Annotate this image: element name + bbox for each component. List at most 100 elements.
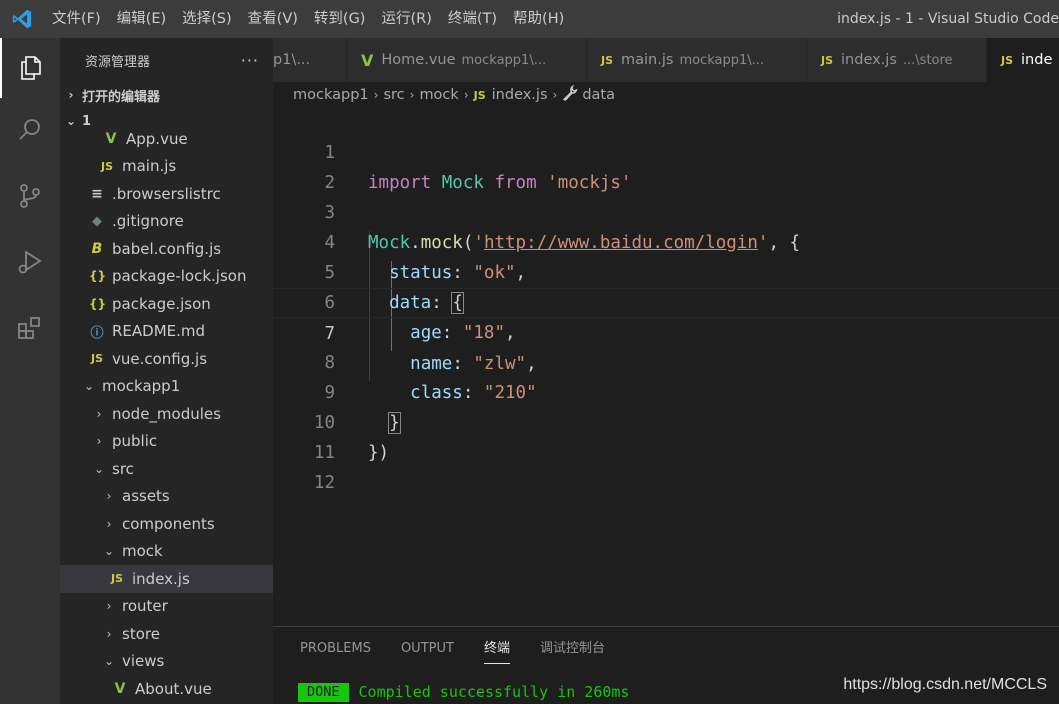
- tree-item-main-js[interactable]: JS main.js: [60, 153, 273, 181]
- breadcrumb-item[interactable]: mock: [419, 87, 458, 103]
- tree-item-gitignore[interactable]: ◆ .gitignore: [60, 208, 273, 236]
- chevron-right-icon: ›: [373, 88, 379, 102]
- tab-output[interactable]: OUTPUT: [401, 627, 454, 671]
- tree-item-label: assets: [122, 487, 170, 506]
- tab-label: Home.vue: [381, 52, 456, 68]
- explorer-icon[interactable]: [0, 38, 60, 98]
- tab-label: inde: [1021, 52, 1053, 68]
- tree-item-browserslistrc[interactable]: ≡ .browserslistrc: [60, 180, 273, 208]
- chevron-right-icon: ›: [68, 88, 74, 102]
- tab-terminal[interactable]: 终端: [483, 634, 510, 664]
- js-file-icon: JS: [821, 53, 834, 67]
- chevron-down-icon: ⌄: [103, 654, 115, 669]
- code-line-current: 7 name: "zlw",: [273, 288, 1059, 374]
- breadcrumb-item[interactable]: index.js: [492, 87, 548, 103]
- tree-folder-mockapp1[interactable]: ⌄ mockapp1: [60, 373, 273, 401]
- tree-item-label: router: [122, 597, 168, 616]
- chevron-right-icon: ›: [463, 88, 469, 102]
- title-bar: 文件(F) 编辑(E) 选择(S) 查看(V) 转到(G) 运行(R) 终端(T…: [0, 0, 1059, 38]
- vue-file-icon: V: [361, 50, 374, 70]
- tree-item-label: package-lock.json: [112, 267, 247, 286]
- tab-label: p1\...: [273, 52, 311, 68]
- menu-terminal[interactable]: 终端(T): [440, 0, 505, 38]
- tree-folder-mock[interactable]: ⌄ mock: [60, 538, 273, 566]
- js-file-icon: JS: [1001, 53, 1014, 67]
- tree-item-label: index.js: [132, 569, 190, 588]
- terminal-message: Compiled successfully in 260ms: [358, 683, 630, 701]
- js-file-icon: JS: [110, 572, 123, 586]
- extensions-icon[interactable]: [0, 298, 60, 358]
- chevron-right-icon: ›: [552, 88, 558, 102]
- tree-folder-views[interactable]: ⌄ views: [60, 648, 273, 676]
- code-line: 3 Mock.mock('http://www.baidu.com/login'…: [273, 168, 1059, 253]
- js-file-icon: JS: [473, 88, 486, 102]
- tree-item-label: About.vue: [135, 679, 212, 698]
- tree-folder-router[interactable]: › router: [60, 593, 273, 621]
- tab-index-js-active[interactable]: JS inde: [987, 38, 1059, 82]
- tab-description: mockapp1\...: [679, 52, 765, 68]
- tree-item-readme[interactable]: ⓘ README.md: [60, 318, 273, 346]
- tree-folder-components[interactable]: › components: [60, 510, 273, 538]
- vue-file-icon: V: [114, 680, 126, 697]
- source-control-icon[interactable]: [0, 166, 60, 226]
- menu-selection[interactable]: 选择(S): [174, 0, 240, 38]
- chevron-right-icon: ›: [96, 406, 102, 421]
- tree-item-label: views: [122, 652, 165, 671]
- tab-partial[interactable]: p1\...: [273, 38, 347, 82]
- js-file-icon: JS: [601, 53, 614, 67]
- menu-go[interactable]: 转到(G): [306, 0, 374, 38]
- open-editors-section[interactable]: › 打开的编辑器: [60, 82, 273, 108]
- more-actions-icon[interactable]: ···: [241, 51, 259, 70]
- tree-item-package-lock[interactable]: {} package-lock.json: [60, 263, 273, 291]
- search-icon[interactable]: [0, 100, 60, 160]
- chevron-right-icon: ›: [106, 489, 112, 504]
- tab-label: index.js: [841, 52, 897, 68]
- menu-view[interactable]: 查看(V): [240, 0, 306, 38]
- tree-item-label: babel.config.js: [112, 239, 222, 258]
- tree-folder-assets[interactable]: › assets: [60, 483, 273, 511]
- code-editor[interactable]: 1 import Mock from 'mockjs' 2 3 Mock.moc…: [273, 108, 1059, 626]
- tab-home-vue[interactable]: V Home.vue mockapp1\...: [347, 38, 587, 82]
- tree-folder-store[interactable]: › store: [60, 620, 273, 648]
- chevron-right-icon: ›: [409, 88, 415, 102]
- chevron-right-icon: ›: [106, 516, 112, 531]
- breadcrumb-item[interactable]: mockapp1: [293, 87, 369, 103]
- tree-folder-public[interactable]: › public: [60, 428, 273, 456]
- tree-item-app-vue[interactable]: V App.vue: [60, 125, 273, 153]
- chevron-right-icon: ›: [106, 626, 112, 641]
- tab-index-js-store[interactable]: JS index.js ...\store: [807, 38, 987, 82]
- breadcrumb-item[interactable]: data: [582, 87, 615, 103]
- tab-debug-console[interactable]: 调试控制台: [540, 627, 605, 671]
- menu-help[interactable]: 帮助(H): [505, 0, 572, 38]
- breadcrumb-item[interactable]: src: [383, 87, 404, 103]
- babel-file-icon: B: [91, 240, 103, 257]
- code-line: 5 data: {: [273, 228, 1059, 314]
- tree-item-package-json[interactable]: {} package.json: [60, 290, 273, 318]
- tree-item-label: mock: [122, 542, 163, 561]
- status-badge: DONE: [298, 682, 349, 702]
- code-line: 8 class: "210": [273, 318, 1059, 403]
- code-line: 1 import Mock from 'mockjs': [273, 108, 1059, 193]
- chevron-down-icon: ⌄: [83, 379, 95, 394]
- menu-edit[interactable]: 编辑(E): [109, 0, 174, 38]
- tree-item-index-js[interactable]: JS index.js: [60, 565, 273, 593]
- tab-problems[interactable]: PROBLEMS: [300, 627, 371, 671]
- menu-run[interactable]: 运行(R): [373, 0, 439, 38]
- tree-item-label: package.json: [112, 294, 211, 313]
- open-editors-label: 打开的编辑器: [82, 89, 161, 105]
- tree-item-babel-config[interactable]: B babel.config.js: [60, 235, 273, 263]
- chevron-down-icon: ⌄: [103, 544, 115, 559]
- terminal-output: DONE Compiled successfully in 260ms: [298, 682, 629, 702]
- tree-item-vue-config[interactable]: JS vue.config.js: [60, 345, 273, 373]
- tree-folder-src[interactable]: ⌄ src: [60, 455, 273, 483]
- run-debug-icon[interactable]: [0, 232, 60, 292]
- bottom-panel: PROBLEMS OUTPUT 终端 调试控制台 DONE Compiled s…: [273, 626, 1059, 704]
- line-number: 12: [313, 473, 335, 493]
- tree-folder-node-modules[interactable]: › node_modules: [60, 400, 273, 428]
- vue-file-icon: V: [105, 130, 117, 147]
- tree-item-about-vue[interactable]: V About.vue: [60, 675, 273, 703]
- tree-item-label: .gitignore: [112, 212, 184, 231]
- sidebar-header: 资源管理器 ···: [60, 38, 273, 82]
- tab-main-js[interactable]: JS main.js mockapp1\...: [587, 38, 807, 82]
- menu-file[interactable]: 文件(F): [44, 0, 109, 38]
